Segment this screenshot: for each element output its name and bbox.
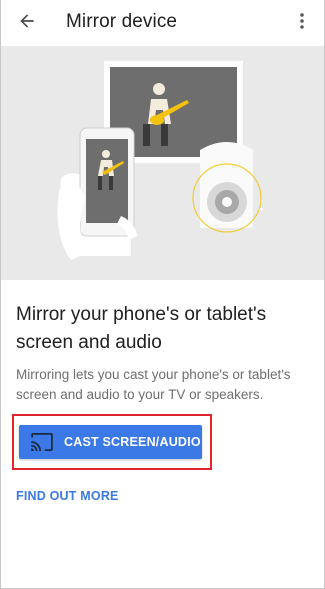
arrow-back-icon xyxy=(17,11,37,36)
headline: Mirror your phone's or tablet's screen a… xyxy=(16,304,267,353)
speaker-illustration: ✦ xyxy=(192,142,265,233)
svg-text:✦: ✦ xyxy=(258,205,265,214)
find-out-more-link[interactable]: FIND OUT MORE xyxy=(16,489,119,503)
mirror-device-screen: Mirror device ✦ Mirror your phone's or t… xyxy=(0,0,325,589)
cast-button-label: CAST SCREEN/AUDIO xyxy=(64,435,201,449)
page-title: Mirror device xyxy=(66,11,178,32)
description-text: Mirroring lets you cast your phone's or … xyxy=(16,367,291,402)
app-bar: Mirror device xyxy=(1,0,324,46)
hero-illustration: ✦ xyxy=(1,46,324,280)
cast-icon xyxy=(31,433,53,451)
cast-screen-audio-button[interactable]: CAST SCREEN/AUDIO xyxy=(19,425,202,459)
back-button[interactable] xyxy=(13,9,41,37)
phone-illustration xyxy=(57,127,137,260)
more-vert-icon xyxy=(299,12,305,35)
overflow-menu-button[interactable] xyxy=(290,11,314,35)
